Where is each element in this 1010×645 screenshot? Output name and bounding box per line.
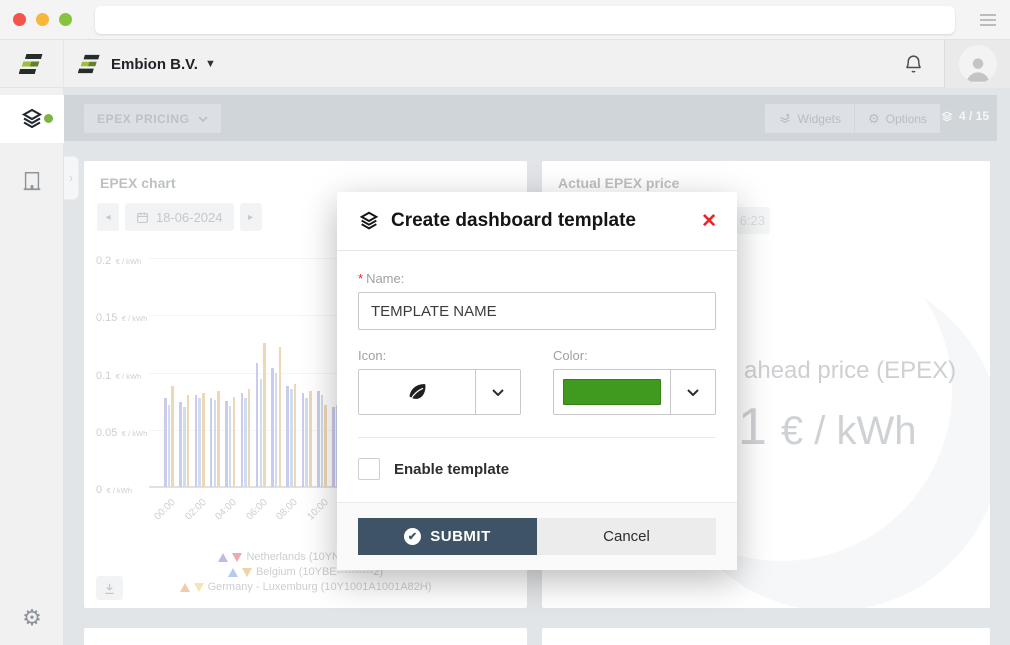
chevron-down-icon	[670, 370, 715, 414]
submit-button-label: SUBMIT	[430, 528, 491, 545]
layers-icon	[19, 107, 45, 131]
color-field-label: Color:	[553, 348, 716, 363]
cancel-button[interactable]: Cancel	[537, 518, 716, 555]
modal-footer: ✔ SUBMIT Cancel	[337, 502, 737, 570]
layers-icon	[357, 210, 381, 232]
avatar	[959, 45, 997, 83]
enable-template-row: Enable template	[358, 438, 716, 502]
app-logo	[0, 40, 64, 88]
color-swatch	[563, 379, 661, 405]
user-menu[interactable]	[944, 40, 1010, 88]
color-dropdown[interactable]	[553, 369, 716, 415]
submit-button[interactable]: ✔ SUBMIT	[358, 518, 537, 555]
notifications-button[interactable]	[903, 53, 924, 75]
icon-field-label: Icon:	[358, 348, 521, 363]
url-bar[interactable]	[95, 6, 955, 34]
sidebar: ⚙	[0, 88, 64, 645]
gear-icon: ⚙	[22, 605, 42, 630]
modal-title: Create dashboard template	[391, 210, 691, 232]
chevron-down-icon: ▼	[205, 58, 216, 70]
bell-icon	[903, 53, 924, 75]
enable-template-label: Enable template	[394, 461, 509, 478]
close-icon[interactable]: ✕	[701, 212, 717, 231]
app-header: Embion B.V. ▼	[0, 40, 1010, 88]
browser-chrome	[0, 0, 1010, 40]
organization-switcher[interactable]: Embion B.V. ▼	[78, 40, 216, 88]
icon-dropdown-value	[359, 370, 475, 414]
sidebar-item-buildings[interactable]	[0, 159, 64, 203]
template-name-input[interactable]	[358, 292, 716, 330]
close-window-button[interactable]	[13, 13, 26, 26]
name-field-label: *Name:	[358, 271, 716, 286]
icon-dropdown[interactable]	[358, 369, 521, 415]
embion-logo-icon	[78, 53, 102, 75]
person-icon	[963, 53, 993, 83]
sidebar-settings-button[interactable]: ⚙	[0, 605, 64, 631]
color-dropdown-value	[554, 370, 670, 414]
embion-logo-icon	[19, 52, 45, 76]
create-template-modal: Create dashboard template ✕ *Name: Icon:	[337, 192, 737, 570]
sidebar-item-dashboards[interactable]	[0, 95, 64, 143]
cancel-button-label: Cancel	[603, 528, 650, 545]
enable-template-checkbox[interactable]	[358, 458, 380, 480]
minimize-window-button[interactable]	[36, 13, 49, 26]
active-indicator-dot	[44, 114, 53, 123]
organization-name: Embion B.V.	[111, 56, 198, 73]
modal-body: *Name: Icon: Colo	[337, 251, 737, 502]
building-icon	[21, 169, 43, 193]
maximize-window-button[interactable]	[59, 13, 72, 26]
leaf-icon	[406, 381, 428, 403]
browser-menu-icon[interactable]	[980, 14, 996, 26]
check-circle-icon: ✔	[404, 528, 421, 545]
modal-header: Create dashboard template ✕	[337, 192, 737, 251]
chevron-down-icon	[475, 370, 520, 414]
required-mark: *	[358, 271, 363, 286]
